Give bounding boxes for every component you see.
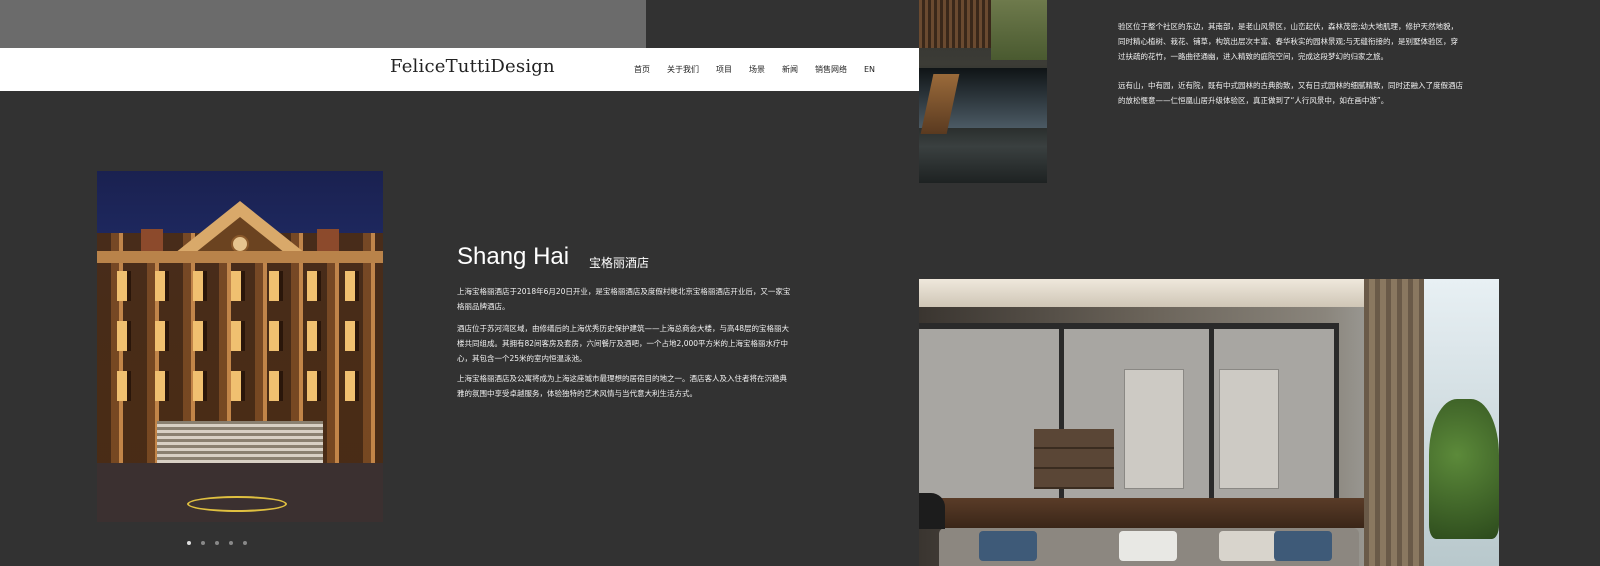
nav-item-scenes[interactable]: 场景 (749, 64, 765, 75)
interior-mullion (1209, 323, 1214, 498)
site-logo[interactable]: FeliceTuttiDesign (390, 56, 555, 77)
carousel-dots (187, 541, 257, 545)
interior-pillow (1119, 531, 1177, 561)
carousel-dot[interactable] (243, 541, 247, 545)
nav-item-home[interactable]: 首页 (634, 64, 650, 75)
hotel-paragraph: 酒店位于苏河湾区域，由修缮后的上海优秀历史保护建筑——上海总商会大楼，与高48层… (457, 324, 790, 363)
interior-cabinet (1124, 369, 1184, 489)
nav-item-news[interactable]: 新闻 (782, 64, 798, 75)
garden-paragraph: 验区位于整个社区的东边，其南部，是老山风景区，山峦起伏，森林茂密;幼大地肌理，修… (1118, 22, 1459, 61)
hotel-name: 宝格丽酒店 (589, 256, 650, 270)
building-plaza (97, 463, 383, 522)
nav-item-language-en[interactable]: EN (864, 65, 875, 74)
interior-pillow (1274, 531, 1332, 561)
interior-mullion (1334, 323, 1339, 498)
interior-pillow (1219, 531, 1277, 561)
carousel-dot[interactable] (229, 541, 233, 545)
interior-plant (1429, 399, 1499, 539)
site-header: FeliceTuttiDesign 首页 关于我们 项目 场景 新闻 销售网络 … (0, 48, 919, 91)
building-stairs (157, 421, 323, 463)
interior-curtain (1364, 279, 1424, 566)
hotel-photo (97, 171, 383, 522)
nav-item-sales-network[interactable]: 销售网络 (815, 64, 847, 75)
interior-cabinet (1219, 369, 1279, 489)
garden-photo (919, 0, 1047, 183)
top-band (0, 0, 646, 48)
building-chimney (317, 229, 339, 253)
carousel-dot[interactable] (215, 541, 219, 545)
interior-wood-panel (919, 498, 1364, 528)
nav-item-about[interactable]: 关于我们 (667, 64, 699, 75)
window-row (107, 371, 373, 401)
main-nav: 首页 关于我们 项目 场景 新闻 销售网络 EN (634, 48, 875, 91)
hotel-paragraph: 上海宝格丽酒店及公寓将成为上海这座城市最理想的居宿目的地之一。酒店客人及入住者将… (457, 374, 787, 398)
city-title: Shang Hai (457, 243, 570, 270)
plaza-light-ring (187, 496, 287, 512)
carousel-dot[interactable] (187, 541, 191, 545)
interior-lamp (919, 493, 945, 529)
garden-wood-wall (919, 0, 991, 48)
window-row (107, 271, 373, 301)
interior-pillow (979, 531, 1037, 561)
interior-photo (919, 279, 1499, 566)
building-cornice (97, 251, 383, 263)
interior-shelf (1034, 429, 1114, 489)
window-row (107, 321, 373, 351)
hotel-paragraph: 上海宝格丽酒店于2018年6月20日开业，是宝格丽酒店及度假村继北京宝格丽酒店开… (457, 287, 791, 311)
garden-paragraph: 远有山，中有园，近有院，既有中式园林的古典韵致，又有日式园林的细腻精致，同时还融… (1118, 81, 1463, 105)
nav-item-projects[interactable]: 项目 (716, 64, 732, 75)
carousel-dot[interactable] (201, 541, 205, 545)
building-chimney (141, 229, 163, 253)
garden-trees (991, 0, 1047, 60)
